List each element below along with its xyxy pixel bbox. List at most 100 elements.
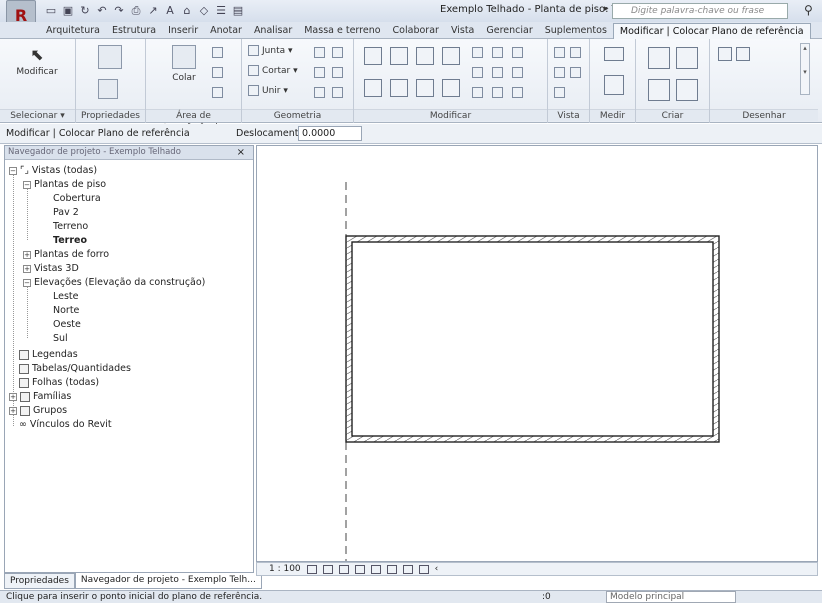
measure-distance-icon[interactable] xyxy=(604,47,624,61)
wall-inner[interactable] xyxy=(351,241,714,437)
collapse-icon[interactable]: − xyxy=(23,279,31,287)
cortar-tool[interactable]: Cortar ▾ xyxy=(248,65,298,76)
measure-icon[interactable]: ↗ xyxy=(146,4,160,18)
model-select[interactable]: Modelo principal xyxy=(606,591,736,603)
array-icon[interactable] xyxy=(472,67,483,78)
split-gap-icon[interactable] xyxy=(492,47,503,58)
expand-icon[interactable]: + xyxy=(23,251,31,259)
tree-node-tabelas[interactable]: Tabelas/Quantidades xyxy=(19,362,131,376)
3d-view-icon[interactable]: ⌂ xyxy=(180,4,194,18)
ribbon-tab[interactable]: Massa e terreno xyxy=(298,23,386,39)
ribbon-tab[interactable]: Suplementos xyxy=(539,23,613,39)
wall-joins-icon[interactable] xyxy=(314,47,325,58)
ribbon-tab[interactable]: Vista xyxy=(445,23,480,39)
tree-node-legendas[interactable]: Legendas xyxy=(19,348,78,362)
more-arrow-icon[interactable]: ‹ xyxy=(435,564,439,574)
mirror-axis-icon[interactable] xyxy=(416,47,434,65)
hide-element-icon[interactable] xyxy=(554,47,565,58)
delete-icon[interactable] xyxy=(512,87,523,98)
offset-input[interactable]: 0.0000 xyxy=(298,126,362,141)
draw-line-icon[interactable] xyxy=(718,47,732,61)
tree-node-cobertura[interactable]: Cobertura xyxy=(53,192,101,206)
tree-node-leste[interactable]: Leste xyxy=(53,290,79,304)
ribbon-tab[interactable]: Gerenciar xyxy=(480,23,538,39)
ribbon-tab[interactable]: Inserir xyxy=(162,23,204,39)
split-icon[interactable] xyxy=(472,47,483,58)
tree-node-vistas[interactable]: − ⌜⌟ Vistas (todas) xyxy=(9,164,97,178)
tree-node-plantas-piso[interactable]: − Plantas de piso xyxy=(23,178,106,192)
temporary-hide-icon[interactable] xyxy=(402,564,413,574)
match-type-icon[interactable] xyxy=(212,87,223,98)
create-group-icon[interactable] xyxy=(648,79,670,101)
paint-view-icon[interactable] xyxy=(554,87,565,98)
override-graphics-icon[interactable] xyxy=(570,47,581,58)
trim-multiple-icon[interactable] xyxy=(492,87,503,98)
split-face-icon[interactable] xyxy=(314,67,325,78)
thin-lines-icon[interactable]: ☰ xyxy=(214,4,228,18)
draw-gallery-scroll[interactable]: ▴ ▾ xyxy=(800,43,810,95)
paint-icon[interactable] xyxy=(332,67,343,78)
show-crop-icon[interactable] xyxy=(386,564,397,574)
pin-icon[interactable] xyxy=(512,67,523,78)
type-properties-button[interactable] xyxy=(98,45,122,73)
save-icon[interactable]: ▣ xyxy=(61,4,75,18)
tree-node-terreno[interactable]: Terreno xyxy=(53,220,88,234)
offset-icon[interactable] xyxy=(390,47,408,65)
panel-label-selecionar[interactable]: Selecionar ▾ xyxy=(0,109,75,121)
aligned-dimension-icon[interactable] xyxy=(604,75,624,95)
collapse-icon[interactable]: − xyxy=(23,181,31,189)
sync-icon[interactable]: ↻ xyxy=(78,4,92,18)
section-icon[interactable]: ◇ xyxy=(197,4,211,18)
cut-icon[interactable] xyxy=(212,47,223,58)
tree-node-pav2[interactable]: Pav 2 xyxy=(53,206,79,220)
tree-node-grupos[interactable]: + Grupos xyxy=(9,404,67,418)
close-icon[interactable]: × xyxy=(237,146,245,159)
create-assembly-icon[interactable] xyxy=(648,47,670,69)
unir-tool[interactable]: Unir ▾ xyxy=(248,85,288,96)
tree-node-norte[interactable]: Norte xyxy=(53,304,79,318)
tree-node-elevacoes[interactable]: − Elevações (Elevação da construção) xyxy=(23,276,205,290)
tree-node-plantas-forro[interactable]: + Plantas de forro xyxy=(23,248,109,262)
unpin-icon[interactable] xyxy=(512,47,523,58)
expand-icon[interactable]: + xyxy=(23,265,31,273)
reveal-hidden-icon[interactable] xyxy=(418,564,429,574)
tree-node-familias[interactable]: + Famílias xyxy=(9,390,71,404)
tree-node-vinculos[interactable]: ∞ Vínculos do Revit xyxy=(19,418,112,432)
expand-icon[interactable]: + xyxy=(9,407,17,415)
view-filter-icon[interactable] xyxy=(570,67,581,78)
create-parts-icon[interactable] xyxy=(676,47,698,69)
tree-node-sul[interactable]: Sul xyxy=(53,332,68,346)
ribbon-tab[interactable]: Arquitetura xyxy=(40,23,106,39)
text-icon[interactable]: A xyxy=(163,4,177,18)
ribbon-tab[interactable]: Anotar xyxy=(204,23,248,39)
mirror-draw-icon[interactable] xyxy=(442,47,460,65)
print-icon[interactable]: ⎙ xyxy=(129,4,143,18)
move-icon[interactable] xyxy=(364,79,382,97)
scale-icon[interactable] xyxy=(492,67,503,78)
copy-icon[interactable] xyxy=(212,67,223,78)
search-expand-icon[interactable]: ▸ xyxy=(604,4,609,14)
create-similar-icon[interactable] xyxy=(676,79,698,101)
detail-level-icon[interactable] xyxy=(306,564,317,574)
switch-windows-icon[interactable]: ▤ xyxy=(231,4,245,18)
rotate-icon[interactable] xyxy=(416,79,434,97)
junta-tool[interactable]: Junta ▾ xyxy=(248,45,293,56)
view-scale[interactable]: 1 : 100 xyxy=(269,564,301,574)
trim-extend-icon[interactable] xyxy=(442,79,460,97)
tree-node-folhas[interactable]: Folhas (todas) xyxy=(19,376,99,390)
shadows-icon[interactable] xyxy=(354,564,365,574)
tab-propriedades[interactable]: Propriedades xyxy=(4,573,75,589)
ribbon-tab[interactable]: Estrutura xyxy=(106,23,162,39)
ribbon-tab[interactable]: Analisar xyxy=(248,23,298,39)
pick-icon[interactable] xyxy=(332,87,343,98)
drawing-area[interactable] xyxy=(256,145,818,562)
properties-button[interactable] xyxy=(98,79,118,103)
undo-icon[interactable]: ↶ xyxy=(95,4,109,18)
trim-single-icon[interactable] xyxy=(472,87,483,98)
binoculars-icon[interactable]: ⚲ xyxy=(804,3,813,17)
tree-node-terreo[interactable]: Terreo xyxy=(53,234,87,248)
sun-path-icon[interactable] xyxy=(338,564,349,574)
copy-element-icon[interactable] xyxy=(390,79,408,97)
search-input[interactable]: Digite palavra-chave ou frase xyxy=(612,3,788,19)
pick-lines-icon[interactable] xyxy=(736,47,750,61)
